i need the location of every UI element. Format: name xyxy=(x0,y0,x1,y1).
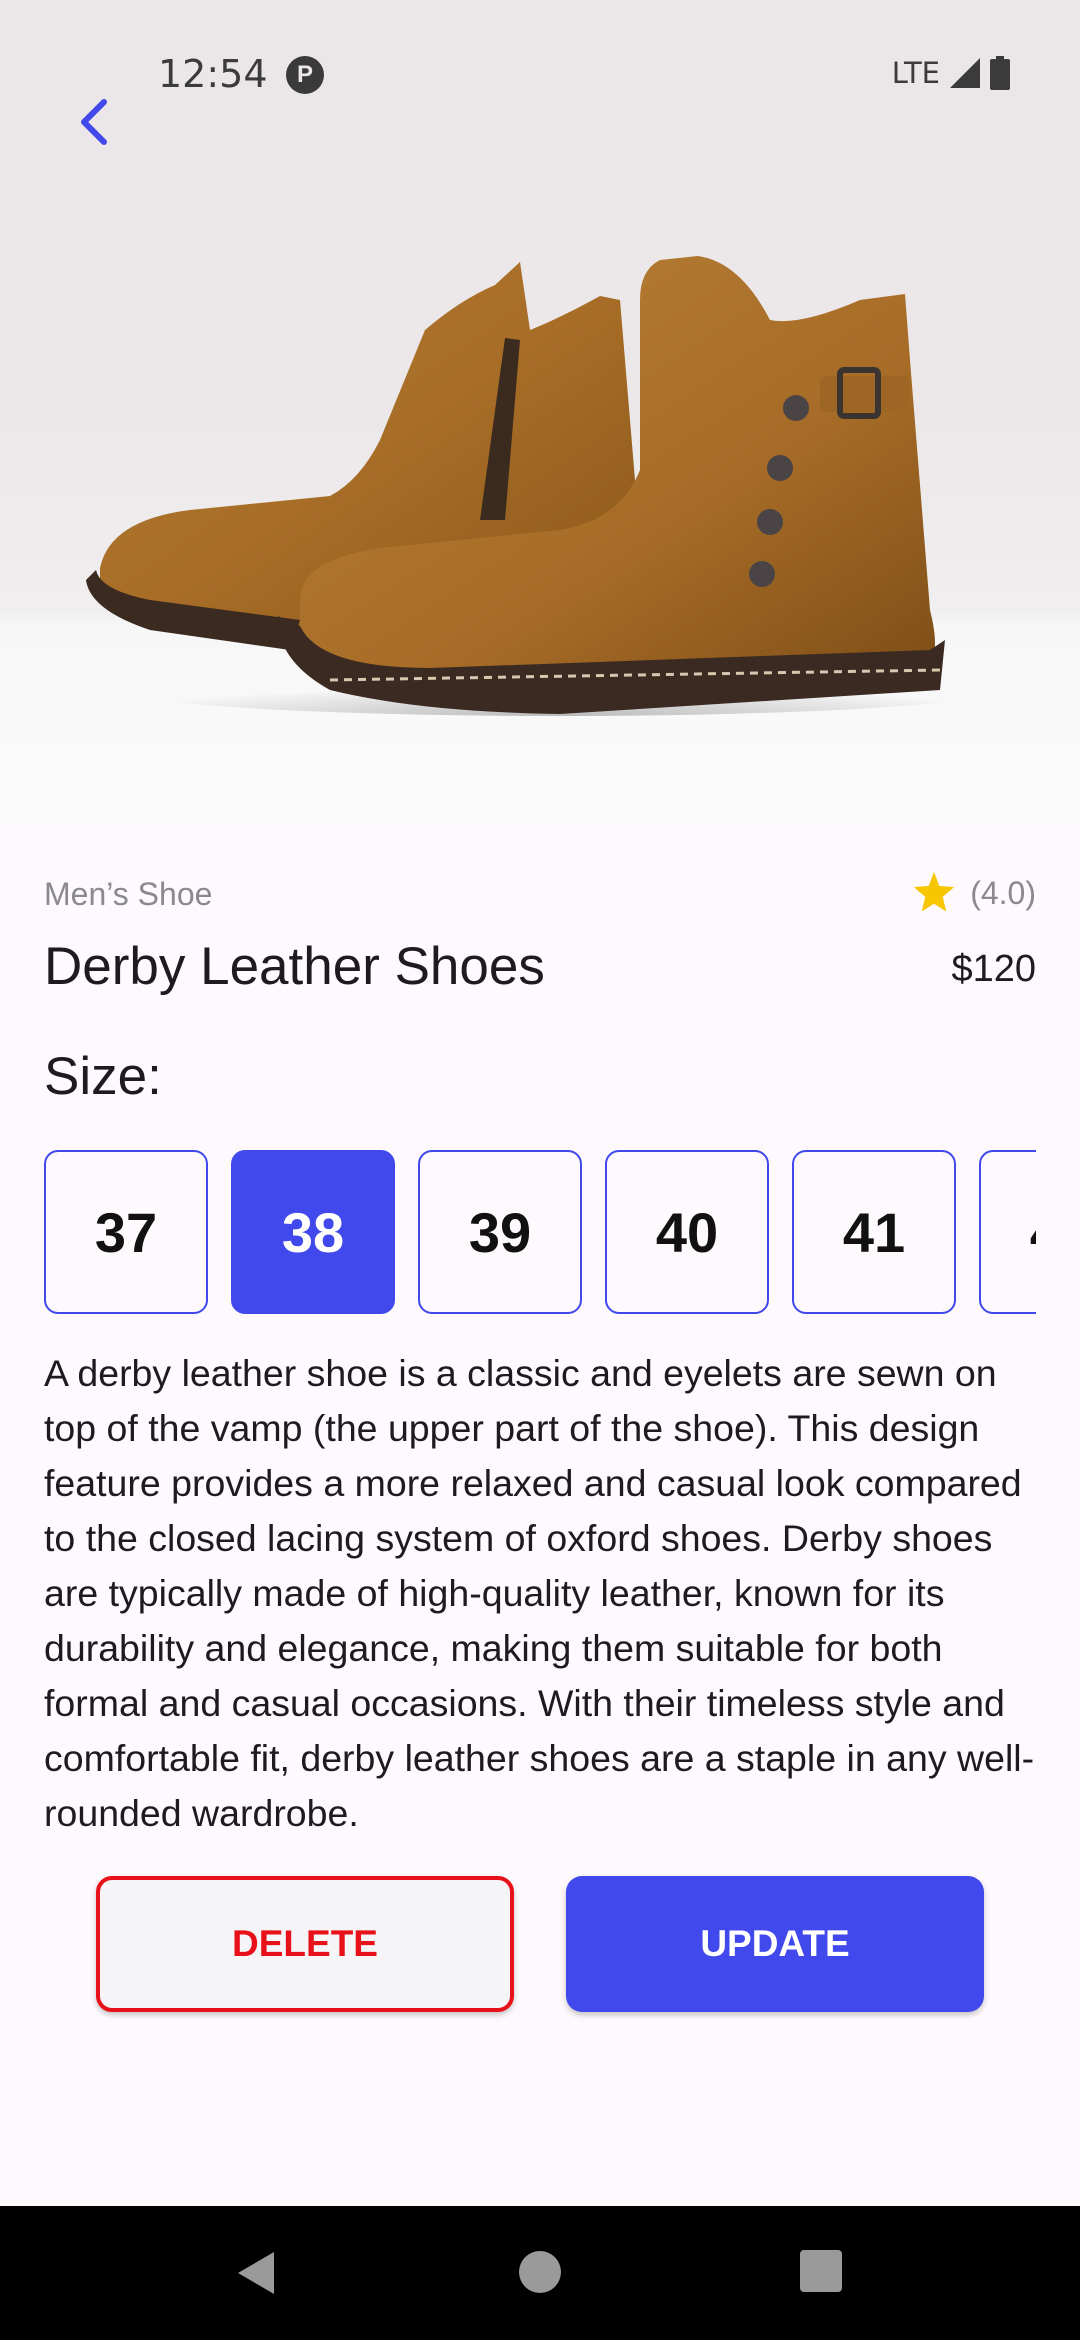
size-option[interactable]: 39 xyxy=(418,1150,582,1314)
size-option[interactable]: 37 xyxy=(44,1150,208,1314)
signal-icon xyxy=(950,58,980,88)
delete-button[interactable]: DELETE xyxy=(96,1876,514,2012)
size-option-selected[interactable]: 38 xyxy=(231,1150,395,1314)
battery-icon xyxy=(990,56,1010,90)
size-option[interactable]: 40 xyxy=(605,1150,769,1314)
status-right-group: LTE xyxy=(892,56,1010,90)
square-recents-icon[interactable] xyxy=(800,2250,842,2292)
product-rating: (4.0) xyxy=(912,872,1036,914)
triangle-back-icon[interactable] xyxy=(234,2250,276,2296)
size-label: Size: xyxy=(44,1047,162,1106)
circle-home-icon[interactable] xyxy=(518,2250,562,2294)
product-category: Men’s Shoe xyxy=(44,876,213,912)
size-option[interactable]: 42 xyxy=(979,1150,1036,1314)
status-time: 12:54 xyxy=(158,52,268,96)
rating-value: (4.0) xyxy=(970,874,1036,911)
product-title: Derby Leather Shoes xyxy=(44,937,545,996)
back-button[interactable] xyxy=(64,92,124,152)
update-button[interactable]: UPDATE xyxy=(566,1876,984,2012)
app-notification-icon: P xyxy=(286,56,324,94)
size-selector: 37 38 39 40 41 42 xyxy=(44,1150,1036,1314)
product-price: $120 xyxy=(951,948,1036,990)
chevron-left-icon xyxy=(81,99,107,145)
size-option[interactable]: 41 xyxy=(792,1150,956,1314)
product-description: A derby leather shoe is a classic and ey… xyxy=(44,1352,1035,1834)
product-image xyxy=(0,0,1080,824)
system-navigation-bar xyxy=(0,2206,1080,2340)
star-icon xyxy=(914,872,955,912)
boots-illustration xyxy=(86,256,1020,716)
network-type: LTE xyxy=(891,56,940,90)
product-detail-screen: 12:54 P LTE Men’s Shoe (4.0) Derby Leath… xyxy=(0,0,1080,2340)
